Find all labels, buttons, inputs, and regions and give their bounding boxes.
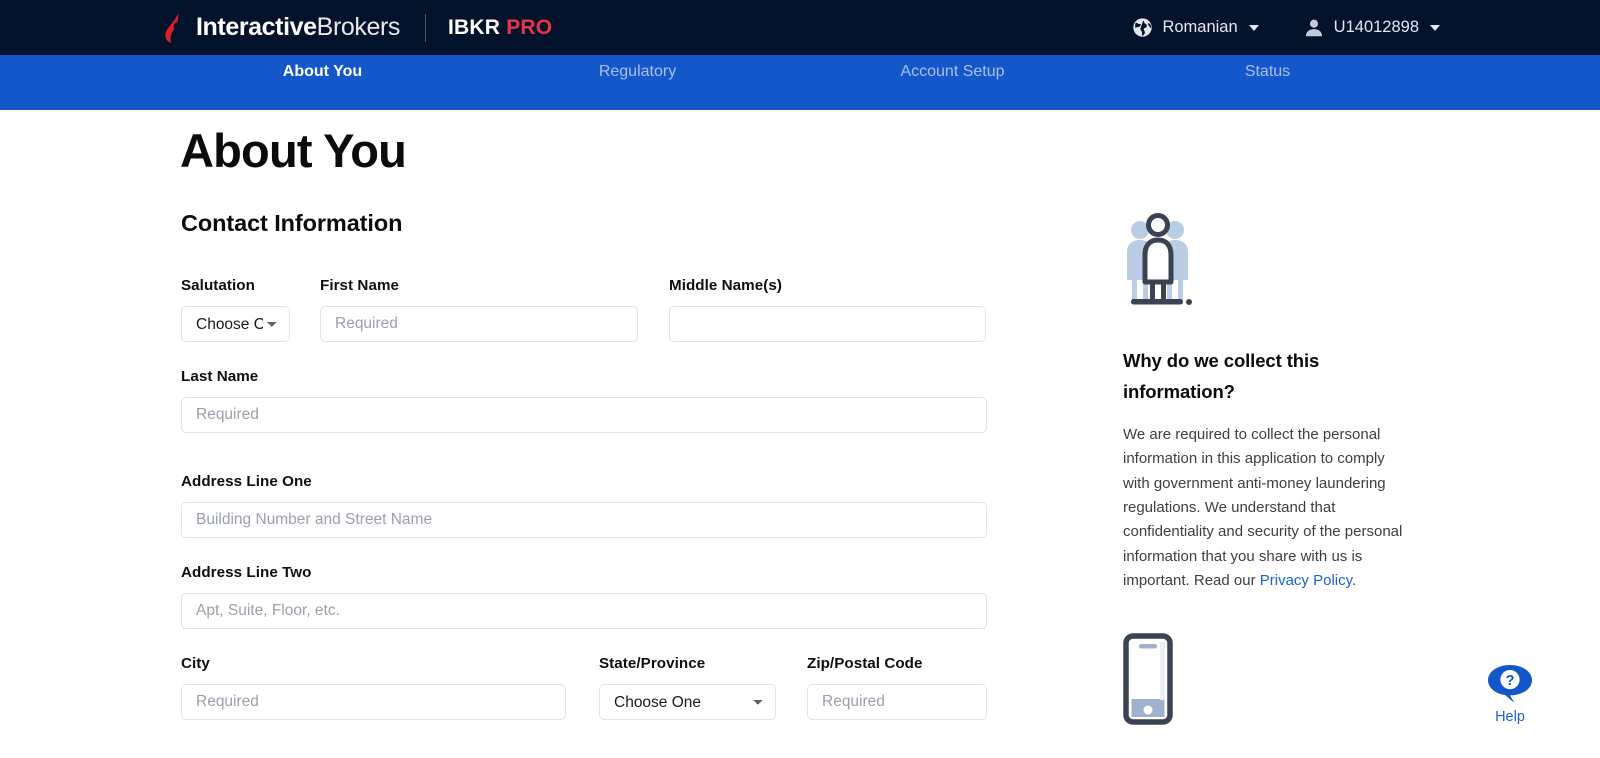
application-progress-nav: About You Regulatory Account Setup Statu… [0,55,1600,154]
info-block-mobile: Why do I need a mobile [1123,633,1413,758]
page-title: About You [180,124,407,177]
globe-icon [1133,18,1153,37]
brand-divider [425,13,427,42]
product-badge-pro: PRO [506,15,553,39]
step-tab-status[interactable]: Status [1110,63,1425,81]
svg-text:?: ? [1506,673,1515,689]
first-name-input[interactable] [320,306,638,342]
label-address-line-one: Address Line One [181,473,312,490]
chevron-down-icon [1430,24,1440,31]
account-menu[interactable]: U14012898 [1303,17,1440,39]
people-group-icon [1127,213,1192,305]
mobile-phone-icon [1123,633,1173,725]
field-zip-postal-code: Zip/Postal Code [807,655,987,720]
zip-postal-code-input[interactable] [807,684,987,720]
city-state-zip-row: City State/Province Choose One Zip/Posta… [181,655,987,720]
help-button-label: Help [1495,709,1525,725]
info-body-collect-suffix: . [1352,571,1357,589]
last-name-input[interactable] [181,397,987,433]
address-line-two-input[interactable] [181,593,987,629]
label-state-province: State/Province [599,655,706,672]
field-address-line-two: Address Line Two [181,564,987,629]
top-header-bar: InteractiveBrokers IBKR PRO Romanian U14… [0,0,1600,55]
step-tab-regulatory[interactable]: Regulatory [480,63,795,81]
field-salutation: Salutation Choose One [181,277,290,342]
label-first-name: First Name [320,277,399,294]
middle-name-input[interactable] [669,306,986,342]
brand-wordmark: InteractiveBrokers [196,15,400,40]
mobile-phone-icon-wrap [1123,633,1413,730]
brand-name-part-two: Brokers [316,13,401,41]
page-body: About You Contact Information Salutation… [0,110,1600,758]
name-row: Salutation Choose One First Name Middle … [181,277,987,342]
field-state-province: State/Province Choose One [599,655,776,720]
interactive-brokers-logo-icon [165,12,181,43]
brand-name-part-one: Interactive [196,13,317,41]
account-id-label: U14012898 [1333,18,1419,36]
address-line-one-input[interactable] [181,502,987,538]
info-body-collect: We are required to collect the personal … [1123,423,1413,593]
label-salutation: Salutation [181,277,255,294]
step-tab-about-you[interactable]: About You [165,63,480,81]
info-body-collect-text: We are required to collect the personal … [1123,426,1403,589]
question-mark-bubble-icon: ? [1488,665,1532,703]
product-badge-ibkr: IBKR [448,15,501,39]
label-address-line-two: Address Line Two [181,564,312,581]
field-middle-name: Middle Name(s) [669,277,986,342]
privacy-policy-link[interactable]: Privacy Policy [1260,572,1352,589]
people-group-icon-wrap [1123,210,1413,311]
label-last-name: Last Name [181,368,259,385]
info-sidebar: Why do we collect this information? We a… [1123,210,1413,758]
help-bubble-wrap: ? [1487,664,1533,704]
contact-information-form: Contact Information Salutation Choose On… [181,210,987,720]
brand-logo[interactable]: InteractiveBrokers IBKR PRO [165,0,552,55]
section-title-contact-information: Contact Information [181,210,403,236]
label-middle-name: Middle Name(s) [669,277,782,294]
state-province-select[interactable]: Choose One [599,684,776,720]
language-selector[interactable]: Romanian [1132,17,1259,38]
chevron-down-icon [1248,24,1259,31]
step-label-row: About You Regulatory Account Setup Statu… [165,63,1425,81]
header-actions: Romanian U14012898 [1132,17,1440,39]
field-city: City [181,655,566,720]
info-block-collect-information: Why do we collect this information? We a… [1123,210,1413,593]
label-city: City [181,655,210,672]
product-badge: IBKR PRO [448,16,552,40]
field-address-line-one: Address Line One [181,473,987,538]
language-label: Romanian [1162,18,1238,36]
info-heading-collect: Why do we collect this information? [1123,350,1320,403]
salutation-select[interactable]: Choose One [181,306,290,342]
user-avatar-icon [1305,19,1322,36]
field-last-name: Last Name [181,368,987,433]
city-input[interactable] [181,684,566,720]
help-button[interactable]: ? Help [1480,664,1540,725]
field-first-name: First Name [320,277,638,342]
step-tab-account-setup[interactable]: Account Setup [795,63,1110,81]
label-zip-postal-code: Zip/Postal Code [807,655,923,672]
